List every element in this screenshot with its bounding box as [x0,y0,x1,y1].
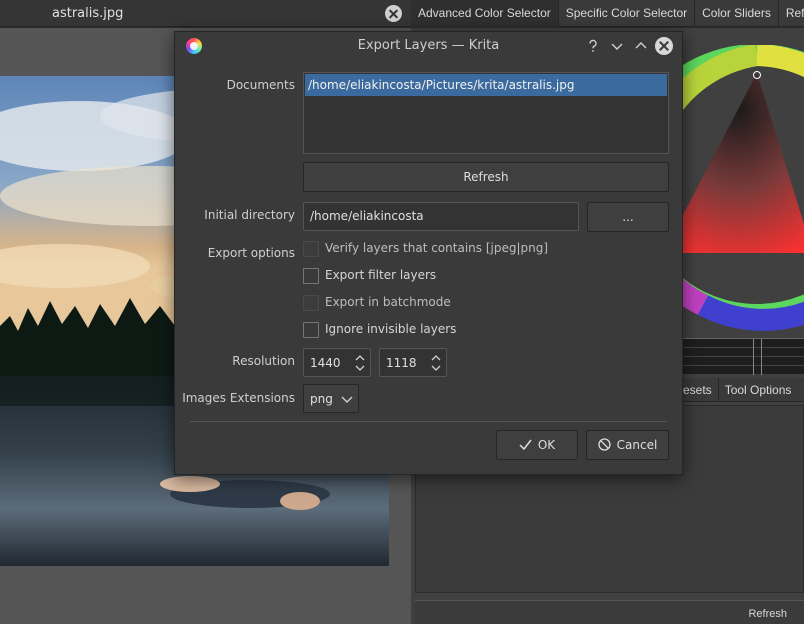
export-layers-dialog: Export Layers — Krita Documents /home/el… [174,31,683,475]
tab-tool-options[interactable]: Tool Options [719,378,798,401]
refresh-link[interactable]: Refresh [748,608,787,620]
export-filter-layers-checkbox[interactable] [303,268,319,284]
ok-button[interactable]: OK [496,430,578,460]
export-options-label: Export options [207,246,295,260]
images-extension-select[interactable]: png [303,384,359,413]
spin-arrows-icon[interactable] [354,353,366,373]
ignore-invisible-layers-label: Ignore invisible layers [325,322,457,336]
color-sliders-strip[interactable] [683,338,804,375]
export-batchmode-label: Export in batchmode [325,295,451,309]
cancel-button-label: Cancel [616,438,658,452]
help-icon[interactable] [583,36,603,56]
resolution-width-spinbox[interactable]: 1440 [303,348,371,377]
refresh-button[interactable]: Refresh [303,162,669,192]
initial-directory-input[interactable]: /home/eliakincosta [303,202,579,231]
browse-button-label: ... [622,210,634,224]
document-tab-title: astralis.jpg [52,6,124,21]
resolution-label: Resolution [232,354,295,368]
list-item[interactable]: /home/eliakincosta/Pictures/krita/astral… [305,74,667,96]
initial-directory-label: Initial directory [204,208,295,222]
tab-advanced-color-selector[interactable]: Advanced Color Selector [411,0,559,27]
spin-arrows-icon[interactable] [430,353,442,373]
minimize-icon[interactable] [607,36,627,56]
cancel-button[interactable]: Cancel [586,430,669,460]
tab-specific-color-selector[interactable]: Specific Color Selector [559,0,696,27]
chevron-down-icon [341,396,353,403]
export-filter-layers-label: Export filter layers [325,268,437,282]
resolution-height-spinbox[interactable]: 1118 [379,348,447,377]
dialog-title: Export Layers — Krita [357,38,500,53]
browse-button[interactable]: ... [587,202,669,232]
images-extensions-label: Images Extensions [182,391,295,405]
verify-layers-label: Verify layers that contains [jpeg|png] [325,241,549,255]
divider [190,421,667,422]
refresh-button-label: Refresh [463,170,509,184]
documents-label: Documents [226,78,295,92]
images-extension-value: png [310,392,333,406]
verify-layers-checkbox[interactable] [303,241,319,257]
color-selector[interactable] [683,45,804,345]
close-icon[interactable] [655,37,673,55]
document-tab[interactable]: astralis.jpg [0,0,411,27]
cancel-icon [598,438,611,451]
dialog-titlebar[interactable]: Export Layers — Krita [175,32,682,60]
resolution-width-value: 1440 [310,356,341,370]
tab-reference[interactable]: Refere [779,0,804,27]
documents-list[interactable]: /home/eliakincosta/Pictures/krita/astral… [303,72,669,154]
resolution-height-value: 1118 [386,356,417,370]
maximize-icon[interactable] [631,36,651,56]
check-icon [519,439,532,450]
ignore-invisible-layers-checkbox[interactable] [303,322,319,338]
tab-brush-presets[interactable]: esets [683,378,719,401]
bottom-docker: Refresh [415,600,804,624]
ok-button-label: OK [537,438,556,452]
docker-tab-bar-2: esets Tool Options [683,378,804,402]
close-tab-icon[interactable] [385,5,402,22]
export-batchmode-checkbox[interactable] [303,295,319,311]
tab-color-sliders[interactable]: Color Sliders [695,0,779,27]
docker-tab-bar: Advanced Color Selector Specific Color S… [411,0,804,27]
